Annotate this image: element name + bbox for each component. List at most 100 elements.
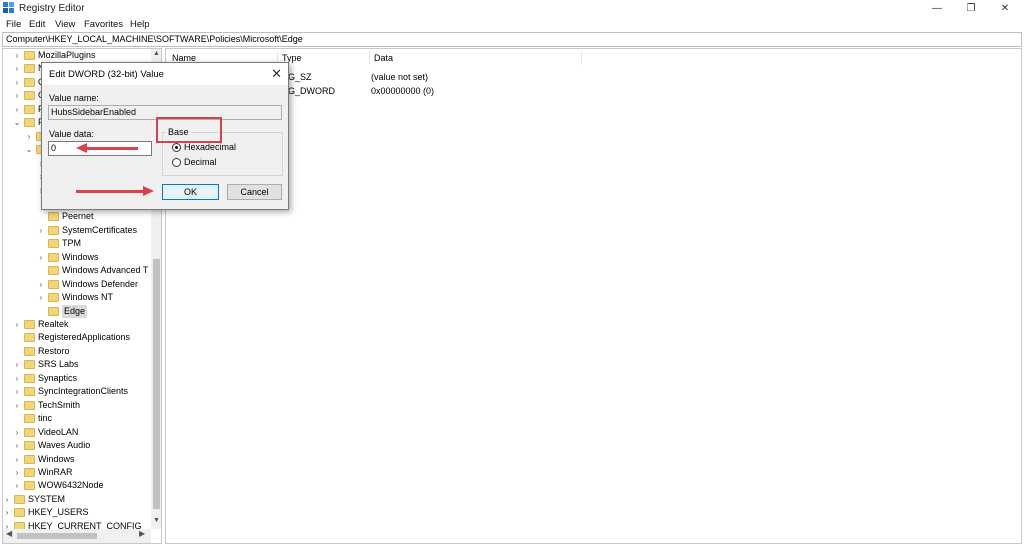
value-name-label: Value name:: [49, 93, 99, 103]
menu-edit[interactable]: Edit: [29, 19, 45, 30]
expand-chevron-icon[interactable]: ›: [13, 479, 21, 492]
folder-icon: [48, 293, 59, 303]
expand-chevron-icon[interactable]: ›: [13, 358, 21, 371]
menu-view[interactable]: View: [55, 19, 75, 30]
folder-icon: [48, 266, 59, 276]
folder-icon: [14, 508, 25, 518]
folder-icon: [14, 494, 25, 504]
value-data[interactable]: (value not set): [371, 72, 428, 82]
scroll-left-icon[interactable]: ◀: [6, 529, 12, 538]
tree-item-label: WOW6432Node: [38, 480, 104, 491]
tree-item-label: TechSmith: [38, 399, 81, 410]
folder-icon: [24, 373, 35, 383]
tree-item-label: Windows NT: [62, 292, 114, 303]
tree-item-label: HKEY_USERS: [28, 507, 89, 518]
tree-hscroll-thumb[interactable]: [17, 533, 97, 539]
expand-chevron-icon[interactable]: ›: [3, 493, 11, 506]
title-bar: Registry Editor — ❐ ✕: [0, 0, 1024, 17]
scroll-right-icon[interactable]: ▶: [139, 529, 145, 538]
folder-icon: [24, 360, 35, 370]
expand-chevron-icon[interactable]: ›: [13, 399, 21, 412]
cancel-button[interactable]: Cancel: [227, 184, 282, 200]
scroll-up-icon[interactable]: ▲: [151, 50, 161, 57]
decimal-label[interactable]: Decimal: [184, 157, 217, 167]
folder-icon: [24, 333, 35, 343]
folder-icon: [24, 481, 35, 491]
tree-item-label: Windows: [38, 453, 75, 464]
expand-chevron-icon[interactable]: ›: [13, 318, 21, 331]
expand-chevron-icon[interactable]: ›: [13, 89, 21, 102]
values-list[interactable]: Name Type Data G_SZ (value not set) G_DW…: [165, 48, 1022, 544]
registry-editor-icon: [3, 2, 14, 13]
expand-chevron-icon[interactable]: ›: [37, 224, 45, 237]
expand-chevron-icon[interactable]: ›: [13, 453, 21, 466]
tree-item-label: VideoLAN: [38, 426, 79, 437]
expand-chevron-icon[interactable]: ›: [37, 291, 45, 304]
arrow-to-value-data: [86, 147, 138, 150]
expand-chevron-icon[interactable]: ›: [13, 76, 21, 89]
decimal-radio[interactable]: [172, 158, 181, 167]
folder-icon: [24, 104, 35, 114]
expand-chevron-icon[interactable]: ⌄: [13, 116, 21, 129]
address-bar[interactable]: Computer\HKEY_LOCAL_MACHINE\SOFTWARE\Pol…: [2, 32, 1022, 47]
folder-icon: [24, 387, 35, 397]
folder-icon: [48, 239, 59, 249]
value-data[interactable]: 0x00000000 (0): [371, 86, 434, 96]
tree-item-label: WinRAR: [38, 466, 73, 477]
folder-icon: [24, 400, 35, 410]
arrow-to-ok: [76, 190, 144, 193]
tree-item-label: TPM: [62, 238, 81, 249]
menu-favorites[interactable]: Favorites: [84, 19, 123, 30]
folder-icon: [48, 279, 59, 289]
column-type[interactable]: Type: [278, 51, 370, 65]
window-title: Registry Editor: [19, 3, 85, 14]
tree-item-label: RegisteredApplications: [38, 332, 131, 343]
folder-icon: [48, 225, 59, 235]
hexadecimal-label[interactable]: Hexadecimal: [184, 142, 236, 152]
menu-bar: File Edit View Favorites Help: [0, 17, 1024, 32]
folder-icon: [48, 252, 59, 262]
menu-help[interactable]: Help: [130, 19, 150, 30]
arrow-left-icon: [76, 143, 87, 153]
expand-chevron-icon[interactable]: ›: [25, 130, 33, 143]
expand-chevron-icon[interactable]: ›: [13, 426, 21, 439]
close-icon[interactable]: ✕: [271, 66, 282, 82]
tree-item-label: Synaptics: [38, 372, 78, 383]
expand-chevron-icon[interactable]: ›: [13, 103, 21, 116]
menu-file[interactable]: File: [6, 19, 21, 30]
ok-button[interactable]: OK: [162, 184, 219, 200]
tree-horizontal-scrollbar[interactable]: ◀ ▶: [3, 529, 151, 543]
column-data[interactable]: Data: [370, 51, 582, 65]
tree-item-label: Windows Defender: [62, 278, 139, 289]
expand-chevron-icon[interactable]: ›: [37, 278, 45, 291]
expand-chevron-icon[interactable]: ›: [13, 62, 21, 75]
tree-item-label: Realtek: [38, 319, 69, 329]
expand-chevron-icon[interactable]: ›: [3, 506, 11, 519]
tree-item-label: Edge: [62, 304, 88, 318]
maximize-button[interactable]: ❐: [954, 0, 988, 17]
folder-icon: [24, 51, 35, 60]
expand-chevron-icon[interactable]: ›: [37, 251, 45, 264]
expand-chevron-icon[interactable]: ⌄: [25, 143, 33, 156]
minimize-button[interactable]: —: [920, 0, 954, 17]
tree-scroll-thumb[interactable]: [153, 259, 160, 509]
tree-item-label: Peernet: [62, 211, 94, 222]
value-type[interactable]: G_SZ: [288, 72, 312, 82]
tree-item-label: Windows: [62, 251, 99, 262]
tree-item-label: SRS Labs: [38, 359, 79, 370]
expand-chevron-icon[interactable]: ›: [13, 49, 21, 62]
tree-item-label: MozillaPlugins: [38, 50, 96, 60]
value-type[interactable]: G_DWORD: [288, 86, 335, 96]
hexadecimal-radio[interactable]: [172, 143, 181, 152]
expand-chevron-icon[interactable]: ›: [13, 466, 21, 479]
tree-item-label: SYSTEM: [28, 493, 66, 504]
dialog-title-bar: Edit DWORD (32-bit) Value ✕: [42, 63, 288, 85]
close-button[interactable]: ✕: [988, 0, 1022, 17]
arrow-right-icon: [143, 186, 154, 196]
tree-item-label: SyncIntegrationClients: [38, 386, 129, 397]
expand-chevron-icon[interactable]: ›: [13, 439, 21, 452]
folder-icon: [24, 427, 35, 437]
expand-chevron-icon[interactable]: ›: [13, 372, 21, 385]
scroll-down-icon[interactable]: ▼: [151, 517, 161, 524]
expand-chevron-icon[interactable]: ›: [13, 385, 21, 398]
